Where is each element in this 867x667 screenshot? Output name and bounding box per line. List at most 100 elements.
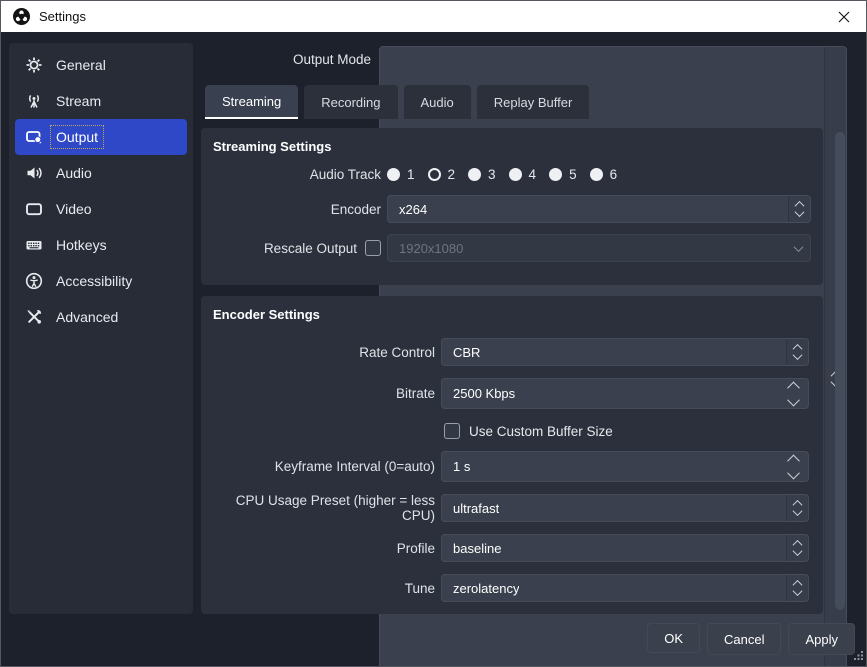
bitrate-spinbox[interactable]: 2500 Kbps xyxy=(441,378,809,409)
apply-button[interactable]: Apply xyxy=(788,623,855,655)
streaming-settings-panel: Streaming Settings Audio Track 1 2 3 4 5… xyxy=(201,128,823,285)
radio-label: 4 xyxy=(529,167,537,182)
encoder-settings-panel: Encoder Settings Rate Control CBR Bitrat… xyxy=(201,296,823,614)
rescale-resolution-value: 1920x1080 xyxy=(388,241,463,256)
broadcast-icon xyxy=(25,92,43,110)
sidebar-item-advanced[interactable]: Advanced xyxy=(15,299,187,335)
cpu-preset-select[interactable]: ultrafast xyxy=(441,494,809,522)
radio-label: 5 xyxy=(569,167,577,182)
radio-track-6[interactable] xyxy=(590,168,603,181)
spinbox-arrows-icon xyxy=(784,379,802,408)
sidebar-item-video[interactable]: Video xyxy=(15,191,187,227)
custom-buffer-label: Use Custom Buffer Size xyxy=(469,424,613,439)
audio-track-label: Audio Track xyxy=(201,167,387,182)
cpu-preset-row: CPU Usage Preset (higher = less CPU) ult… xyxy=(201,494,809,522)
rate-control-value: CBR xyxy=(442,345,480,360)
keyframe-interval-value: 1 s xyxy=(442,459,470,474)
sidebar-item-hotkeys[interactable]: Hotkeys xyxy=(15,227,187,263)
keyframe-interval-spinbox[interactable]: 1 s xyxy=(441,451,809,482)
rate-control-label: Rate Control xyxy=(201,345,441,360)
tab-label: Replay Buffer xyxy=(494,95,573,110)
encoder-select[interactable]: x264 xyxy=(387,195,811,223)
dropdown-spinner-icon xyxy=(786,495,808,521)
sidebar-item-audio[interactable]: Audio xyxy=(15,155,187,191)
keyframe-interval-row: Keyframe Interval (0=auto) 1 s xyxy=(201,451,809,482)
radio-label: 1 xyxy=(407,167,415,182)
window-title: Settings xyxy=(39,9,86,24)
panel-title: Streaming Settings xyxy=(213,139,331,154)
sidebar-item-accessibility[interactable]: Accessibility xyxy=(15,263,187,299)
tab-label: Streaming xyxy=(222,94,281,109)
profile-value: baseline xyxy=(442,541,501,556)
obs-logo-icon xyxy=(13,8,30,25)
keyboard-icon xyxy=(25,236,43,254)
rescale-resolution-select: 1920x1080 xyxy=(387,234,811,262)
radio-track-4[interactable] xyxy=(509,168,522,181)
audio-track-row: Audio Track 1 2 3 4 5 6 xyxy=(201,162,811,186)
audio-track-radios: 1 2 3 4 5 6 xyxy=(387,167,811,182)
display-icon xyxy=(25,200,43,218)
chevron-down-icon xyxy=(786,235,810,261)
dropdown-spinner-icon xyxy=(786,575,808,601)
sidebar-item-label: Video xyxy=(52,199,96,219)
profile-select[interactable]: baseline xyxy=(441,534,809,562)
custom-buffer-checkbox[interactable] xyxy=(444,423,460,439)
sidebar-item-label: Output xyxy=(52,127,102,147)
encoder-row: Encoder x264 xyxy=(201,195,811,223)
output-tabs: Streaming Recording Audio Replay Buffer xyxy=(205,85,589,119)
rate-control-select[interactable]: CBR xyxy=(441,338,809,366)
tab-label: Audio xyxy=(421,95,454,110)
radio-track-5[interactable] xyxy=(549,168,562,181)
profile-label: Profile xyxy=(201,541,441,556)
cancel-button[interactable]: Cancel xyxy=(707,623,781,655)
bitrate-row: Bitrate 2500 Kbps xyxy=(201,378,809,409)
sidebar-item-label: Advanced xyxy=(52,307,122,327)
resize-grip-icon[interactable] xyxy=(854,648,863,663)
radio-label: 6 xyxy=(610,167,618,182)
accessibility-icon xyxy=(25,272,43,290)
dialog-buttons: OK Cancel Apply xyxy=(647,623,855,655)
tab-streaming[interactable]: Streaming xyxy=(205,85,298,119)
bitrate-label: Bitrate xyxy=(201,386,441,401)
settings-window: Settings General xyxy=(0,0,867,667)
dropdown-spinner-icon xyxy=(788,196,810,222)
sidebar-item-label: Hotkeys xyxy=(52,235,111,255)
cpu-preset-label: CPU Usage Preset (higher = less CPU) xyxy=(201,493,441,523)
custom-buffer-row: Use Custom Buffer Size xyxy=(444,423,613,439)
tab-replay-buffer[interactable]: Replay Buffer xyxy=(477,85,590,119)
cpu-preset-value: ultrafast xyxy=(442,501,499,516)
sidebar-item-label: Stream xyxy=(52,91,105,111)
sidebar-item-label: Accessibility xyxy=(52,271,136,291)
titlebar: Settings xyxy=(1,1,866,32)
tab-label: Recording xyxy=(321,95,380,110)
encoder-label: Encoder xyxy=(201,202,387,217)
output-mode-label: Output Mode xyxy=(1,52,371,67)
rescale-output-label: Rescale Output xyxy=(264,241,357,256)
radio-label: 3 xyxy=(488,167,496,182)
bitrate-value: 2500 Kbps xyxy=(442,386,515,401)
close-icon[interactable] xyxy=(821,1,866,32)
rescale-output-row: Rescale Output 1920x1080 xyxy=(201,234,811,262)
vertical-scrollbar[interactable] xyxy=(835,132,845,610)
encoder-value: x264 xyxy=(388,202,427,217)
tune-row: Tune zerolatency xyxy=(201,574,809,602)
rescale-output-checkbox[interactable] xyxy=(365,240,381,256)
speaker-icon xyxy=(25,164,43,182)
tune-select[interactable]: zerolatency xyxy=(441,574,809,602)
radio-track-2[interactable] xyxy=(428,168,441,181)
dropdown-spinner-icon xyxy=(786,339,808,365)
dropdown-spinner-icon xyxy=(786,535,808,561)
tab-recording[interactable]: Recording xyxy=(304,85,397,119)
sidebar-item-output[interactable]: Output xyxy=(15,119,187,155)
tab-audio[interactable]: Audio xyxy=(404,85,471,119)
settings-sidebar: General Stream Output xyxy=(9,43,193,614)
ok-button[interactable]: OK xyxy=(647,623,700,653)
sidebar-item-label: Audio xyxy=(52,163,96,183)
radio-track-1[interactable] xyxy=(387,168,400,181)
sidebar-item-stream[interactable]: Stream xyxy=(15,83,187,119)
radio-label: 2 xyxy=(448,167,456,182)
tools-icon xyxy=(25,308,43,326)
radio-track-3[interactable] xyxy=(468,168,481,181)
tune-value: zerolatency xyxy=(442,581,519,596)
panel-title: Encoder Settings xyxy=(213,307,320,322)
